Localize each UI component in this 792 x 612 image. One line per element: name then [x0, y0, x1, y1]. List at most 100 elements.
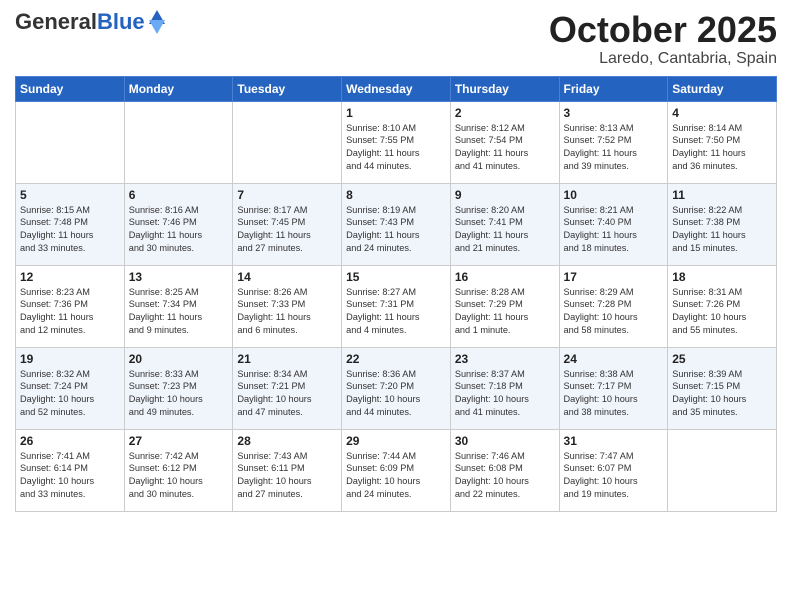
calendar-cell: 10Sunrise: 8:21 AM Sunset: 7:40 PM Dayli…: [559, 183, 668, 265]
day-info: Sunrise: 8:13 AM Sunset: 7:52 PM Dayligh…: [564, 122, 664, 174]
col-thursday: Thursday: [450, 76, 559, 101]
calendar-cell: 4Sunrise: 8:14 AM Sunset: 7:50 PM Daylig…: [668, 101, 777, 183]
calendar-cell: 21 Sunrise: 8:34 AM Sunset: 7:21 PM Dayli…: [233, 347, 342, 429]
calendar-cell: 19Sunrise: 8:32 AM Sunset: 7:24 PM Dayli…: [16, 347, 125, 429]
day-info: Sunrise: 7:43 AM Sunset: 6:11 PM Dayligh…: [237, 450, 337, 502]
calendar-cell: 22 Sunrise: 8:36 AM Sunset: 7:20 PM Dayli…: [342, 347, 451, 429]
day-number: 30: [455, 434, 555, 448]
day-info: Sunrise: 8:37 AM Sunset: 7:18 PM Dayligh…: [455, 368, 555, 420]
day-number: 21: [237, 352, 337, 366]
calendar-cell: 28 Sunrise: 7:43 AM Sunset: 6:11 PM Dayli…: [233, 429, 342, 511]
col-friday: Friday: [559, 76, 668, 101]
location-subtitle: Laredo, Cantabria, Spain: [549, 50, 777, 68]
day-number: 10: [564, 188, 664, 202]
day-number: 5: [20, 188, 120, 202]
day-number: 25: [672, 352, 772, 366]
week-row-4: 19Sunrise: 8:32 AM Sunset: 7:24 PM Dayli…: [16, 347, 777, 429]
week-row-1: 1Sunrise: 8:10 AM Sunset: 7:55 PM Daylig…: [16, 101, 777, 183]
day-info: Sunrise: 7:47 AM Sunset: 6:07 PM Dayligh…: [564, 450, 664, 502]
day-number: 9: [455, 188, 555, 202]
calendar-cell: 29 Sunrise: 7:44 AM Sunset: 6:09 PM Dayli…: [342, 429, 451, 511]
logo-text: GeneralBlue: [15, 10, 145, 34]
day-info: Sunrise: 8:20 AM Sunset: 7:41 PM Dayligh…: [455, 204, 555, 256]
logo: GeneralBlue: [15, 10, 165, 34]
calendar-cell: 6 Sunrise: 8:16 AM Sunset: 7:46 PM Daylig…: [124, 183, 233, 265]
calendar-cell: 25 Sunrise: 8:39 AM Sunset: 7:15 PM Dayli…: [668, 347, 777, 429]
day-info: Sunrise: 8:17 AM Sunset: 7:45 PM Dayligh…: [237, 204, 337, 256]
calendar-cell: [233, 101, 342, 183]
day-info: Sunrise: 7:41 AM Sunset: 6:14 PM Dayligh…: [20, 450, 120, 502]
calendar-cell: 30 Sunrise: 7:46 AM Sunset: 6:08 PM Dayli…: [450, 429, 559, 511]
day-number: 12: [20, 270, 120, 284]
week-row-2: 5Sunrise: 8:15 AM Sunset: 7:48 PM Daylig…: [16, 183, 777, 265]
day-number: 18: [672, 270, 772, 284]
calendar-cell: 5Sunrise: 8:15 AM Sunset: 7:48 PM Daylig…: [16, 183, 125, 265]
calendar-cell: 23Sunrise: 8:37 AM Sunset: 7:18 PM Dayli…: [450, 347, 559, 429]
day-number: 22: [346, 352, 446, 366]
day-number: 24: [564, 352, 664, 366]
day-number: 16: [455, 270, 555, 284]
week-row-3: 12 Sunrise: 8:23 AM Sunset: 7:36 PM Dayli…: [16, 265, 777, 347]
day-info: Sunrise: 7:44 AM Sunset: 6:09 PM Dayligh…: [346, 450, 446, 502]
day-number: 11: [672, 188, 772, 202]
day-number: 6: [129, 188, 229, 202]
calendar-cell: 9 Sunrise: 8:20 AM Sunset: 7:41 PM Daylig…: [450, 183, 559, 265]
day-info: Sunrise: 8:32 AM Sunset: 7:24 PM Dayligh…: [20, 368, 120, 420]
calendar-cell: 24Sunrise: 8:38 AM Sunset: 7:17 PM Dayli…: [559, 347, 668, 429]
day-info: Sunrise: 8:34 AM Sunset: 7:21 PM Dayligh…: [237, 368, 337, 420]
calendar-cell: 18Sunrise: 8:31 AM Sunset: 7:26 PM Dayli…: [668, 265, 777, 347]
day-info: Sunrise: 8:26 AM Sunset: 7:33 PM Dayligh…: [237, 286, 337, 338]
day-number: 28: [237, 434, 337, 448]
calendar-cell: 17 Sunrise: 8:29 AM Sunset: 7:28 PM Dayli…: [559, 265, 668, 347]
calendar-cell: 1Sunrise: 8:10 AM Sunset: 7:55 PM Daylig…: [342, 101, 451, 183]
page: GeneralBlue October 2025 Laredo, Cantabr…: [0, 0, 792, 612]
calendar-cell: 14 Sunrise: 8:26 AM Sunset: 7:33 PM Dayli…: [233, 265, 342, 347]
calendar-cell: [16, 101, 125, 183]
calendar-cell: 8 Sunrise: 8:19 AM Sunset: 7:43 PM Daylig…: [342, 183, 451, 265]
day-info: Sunrise: 8:33 AM Sunset: 7:23 PM Dayligh…: [129, 368, 229, 420]
day-number: 27: [129, 434, 229, 448]
calendar-cell: 2Sunrise: 8:12 AM Sunset: 7:54 PM Daylig…: [450, 101, 559, 183]
day-info: Sunrise: 7:42 AM Sunset: 6:12 PM Dayligh…: [129, 450, 229, 502]
calendar-cell: 3 Sunrise: 8:13 AM Sunset: 7:52 PM Daylig…: [559, 101, 668, 183]
week-row-5: 26 Sunrise: 7:41 AM Sunset: 6:14 PM Dayli…: [16, 429, 777, 511]
day-info: Sunrise: 8:14 AM Sunset: 7:50 PM Dayligh…: [672, 122, 772, 174]
calendar-cell: 12 Sunrise: 8:23 AM Sunset: 7:36 PM Dayli…: [16, 265, 125, 347]
day-info: Sunrise: 8:22 AM Sunset: 7:38 PM Dayligh…: [672, 204, 772, 256]
day-info: Sunrise: 8:29 AM Sunset: 7:28 PM Dayligh…: [564, 286, 664, 338]
calendar-header-row: Sunday Monday Tuesday Wednesday Thursday…: [16, 76, 777, 101]
col-wednesday: Wednesday: [342, 76, 451, 101]
day-info: Sunrise: 8:36 AM Sunset: 7:20 PM Dayligh…: [346, 368, 446, 420]
logo-general: General: [15, 9, 97, 34]
day-number: 26: [20, 434, 120, 448]
calendar-table: Sunday Monday Tuesday Wednesday Thursday…: [15, 76, 777, 512]
day-number: 2: [455, 106, 555, 120]
day-info: Sunrise: 8:19 AM Sunset: 7:43 PM Dayligh…: [346, 204, 446, 256]
calendar-cell: 20Sunrise: 8:33 AM Sunset: 7:23 PM Dayli…: [124, 347, 233, 429]
calendar-cell: 15Sunrise: 8:27 AM Sunset: 7:31 PM Dayli…: [342, 265, 451, 347]
day-number: 14: [237, 270, 337, 284]
calendar-cell: 16 Sunrise: 8:28 AM Sunset: 7:29 PM Dayli…: [450, 265, 559, 347]
day-number: 7: [237, 188, 337, 202]
calendar-cell: 26 Sunrise: 7:41 AM Sunset: 6:14 PM Dayli…: [16, 429, 125, 511]
day-info: Sunrise: 8:16 AM Sunset: 7:46 PM Dayligh…: [129, 204, 229, 256]
day-number: 29: [346, 434, 446, 448]
logo-blue: Blue: [97, 9, 145, 34]
day-number: 3: [564, 106, 664, 120]
calendar-cell: [668, 429, 777, 511]
day-info: Sunrise: 8:10 AM Sunset: 7:55 PM Dayligh…: [346, 122, 446, 174]
calendar-cell: 7 Sunrise: 8:17 AM Sunset: 7:45 PM Daylig…: [233, 183, 342, 265]
title-area: October 2025 Laredo, Cantabria, Spain: [549, 10, 777, 68]
day-number: 17: [564, 270, 664, 284]
day-info: Sunrise: 8:27 AM Sunset: 7:31 PM Dayligh…: [346, 286, 446, 338]
col-tuesday: Tuesday: [233, 76, 342, 101]
day-info: Sunrise: 8:28 AM Sunset: 7:29 PM Dayligh…: [455, 286, 555, 338]
day-info: Sunrise: 7:46 AM Sunset: 6:08 PM Dayligh…: [455, 450, 555, 502]
day-number: 13: [129, 270, 229, 284]
col-monday: Monday: [124, 76, 233, 101]
calendar-cell: [124, 101, 233, 183]
day-info: Sunrise: 8:39 AM Sunset: 7:15 PM Dayligh…: [672, 368, 772, 420]
day-number: 8: [346, 188, 446, 202]
day-info: Sunrise: 8:23 AM Sunset: 7:36 PM Dayligh…: [20, 286, 120, 338]
logo-triangle-bottom: [149, 20, 165, 34]
